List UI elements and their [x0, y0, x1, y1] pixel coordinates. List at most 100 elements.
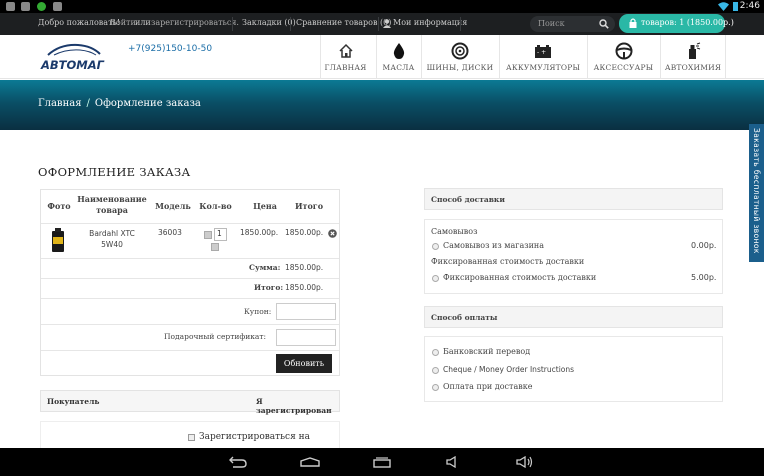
payment-section-header: Способ оплаты: [424, 306, 723, 328]
svg-text:АВТОМАГ: АВТОМАГ: [40, 58, 105, 72]
pickup-price: 0.00р.: [691, 241, 717, 250]
qty-minus-button[interactable]: [204, 231, 212, 239]
fixed-option-label[interactable]: Фиксированная стоимость доставки: [443, 273, 596, 282]
home-icon[interactable]: [300, 457, 320, 467]
qty-update-button[interactable]: [211, 243, 219, 251]
breadcrumb-current[interactable]: Оформление заказа: [95, 98, 201, 109]
fixed-radio[interactable]: [432, 275, 439, 282]
sum-label: Сумма:: [249, 263, 281, 272]
column-header-price: Цена: [253, 201, 277, 211]
register-checkbox-label: Зарегистрироваться на: [199, 432, 310, 442]
column-header-qty: Кол-во: [199, 201, 232, 211]
update-button[interactable]: Обновить: [276, 354, 332, 373]
nav-item-oils[interactable]: МАСЛА: [376, 35, 420, 79]
back-icon[interactable]: [229, 456, 247, 468]
recent-apps-icon[interactable]: [373, 456, 391, 468]
coupon-input[interactable]: [276, 303, 336, 320]
steering-wheel-icon: [615, 42, 632, 60]
cart-button[interactable]: товаров: 1 (1850.00р.): [619, 14, 734, 33]
row-divider: [41, 223, 339, 224]
callback-side-tab[interactable]: Заказать бесплатный звонок: [749, 124, 764, 262]
site-logo[interactable]: АВТОМАГ: [40, 41, 106, 73]
battery-icon: [733, 2, 738, 11]
remove-item-icon[interactable]: [328, 229, 337, 238]
breadcrumb-home-link[interactable]: Главная: [38, 98, 82, 109]
nav-item-batteries[interactable]: - + АККУМУЛЯТОРЫ: [499, 35, 586, 79]
column-header-model: Модель: [155, 201, 191, 211]
welcome-text: Добро пожаловать!: [38, 18, 121, 27]
delivery-section-header: Способ доставки: [424, 188, 723, 210]
login-link[interactable]: Войти: [110, 18, 136, 27]
breadcrumb-banner: Главная / Оформление заказа: [0, 80, 764, 130]
sum-value: 1850.00р.: [285, 263, 324, 272]
account-link[interactable]: Мои информация: [393, 18, 467, 27]
cheque-radio[interactable]: [432, 367, 439, 374]
qty-input[interactable]: 1: [214, 228, 227, 241]
fixed-group-title: Фиксированная стоимость доставки: [431, 257, 585, 266]
total-value: 1850.00р.: [285, 283, 324, 292]
cash-on-delivery-radio[interactable]: [432, 384, 439, 391]
column-header-name: Наименование товара: [77, 194, 147, 215]
svg-text:- +: - +: [537, 49, 546, 56]
row-divider: [41, 350, 339, 351]
bookmarks-link[interactable]: Закладки (0): [242, 18, 296, 27]
or-text: или: [135, 18, 151, 27]
nav-label: АВТОХИМИЯ: [664, 63, 722, 72]
site-header: АВТОМАГ +7(925)150-10-50 ГЛАВНАЯ МАСЛА Ш…: [0, 35, 764, 79]
row-divider: [41, 298, 339, 299]
voucher-label: Подарочный сертификат:: [164, 332, 267, 341]
nav-item-home[interactable]: ГЛАВНАЯ: [320, 35, 370, 79]
register-section: Зарегистрироваться на: [40, 421, 340, 449]
register-link[interactable]: зарегистрироваться.: [151, 18, 239, 27]
pickup-option-label[interactable]: Самовывоз из магазина: [443, 241, 544, 250]
delivery-title: Способ доставки: [431, 195, 505, 204]
nav-item-chemicals[interactable]: АВТОХИМИЯ: [660, 35, 726, 79]
cart-label: товаров: 1 (1850.00р.): [641, 18, 734, 27]
breadcrumb-separator: /: [86, 98, 90, 109]
row-divider: [41, 278, 339, 279]
coupon-label: Купон:: [244, 307, 272, 316]
product-price: 1850.00р.: [240, 228, 279, 237]
wifi-icon: [718, 2, 729, 11]
bank-transfer-label[interactable]: Банковский перевод: [443, 347, 530, 356]
voucher-input[interactable]: [276, 329, 336, 346]
battery-icon: - +: [535, 45, 551, 58]
top-bar: Добро пожаловать! Войти или зарегистриро…: [0, 13, 764, 35]
home-icon: [338, 43, 353, 58]
fixed-price: 5.00р.: [691, 273, 717, 282]
oil-drop-icon: [393, 43, 404, 59]
buyer-section-header: Покупатель Я зарегистрирован: [40, 390, 340, 415]
product-thumbnail[interactable]: [50, 227, 66, 253]
breadcrumb: Главная / Оформление заказа: [38, 98, 201, 109]
nav-item-accessories[interactable]: АКСЕССУАРЫ: [587, 35, 659, 79]
phone-number[interactable]: +7(925)150-10-50: [128, 44, 212, 54]
column-header-total: Итого: [294, 201, 324, 211]
divider: [378, 17, 379, 31]
order-table: Фото Наименование товара Модель Кол-во Ц…: [40, 189, 340, 376]
callback-label: Заказать бесплатный звонок: [752, 128, 761, 254]
gallery-notification-icon: [53, 2, 62, 11]
pickup-radio[interactable]: [432, 243, 439, 250]
register-checkbox[interactable]: [188, 434, 195, 441]
nav-label: ГЛАВНАЯ: [324, 63, 367, 72]
volume-up-icon[interactable]: [516, 456, 534, 468]
search-box[interactable]: Поиск: [530, 16, 615, 32]
lock-icon: [629, 18, 637, 28]
nav-label: МАСЛА: [382, 63, 415, 72]
volume-down-icon[interactable]: [446, 456, 460, 468]
product-name-link[interactable]: Bardahl XTC 5W40: [86, 228, 138, 250]
nav-item-tires[interactable]: ШИНЫ, ДИСКИ: [421, 35, 498, 79]
system-status-bar: 2:46: [0, 0, 764, 13]
search-input[interactable]: Поиск: [538, 19, 565, 28]
green-app-notification-icon: [37, 2, 46, 11]
registered-link[interactable]: Я зарегистрирован: [256, 397, 339, 415]
screenshot-notification-icon: [6, 2, 15, 11]
page-title: ОФОРМЛЕНИЕ ЗАКАЗА: [38, 165, 191, 179]
bank-transfer-radio[interactable]: [432, 349, 439, 356]
column-header-photo: Фото: [47, 201, 71, 211]
cheque-label[interactable]: Cheque / Money Order Instructions: [443, 365, 574, 374]
divider: [460, 17, 461, 31]
nav-label: ШИНЫ, ДИСКИ: [426, 63, 494, 72]
search-icon[interactable]: [599, 19, 609, 29]
cash-on-delivery-label[interactable]: Оплата при доставке: [443, 382, 532, 391]
